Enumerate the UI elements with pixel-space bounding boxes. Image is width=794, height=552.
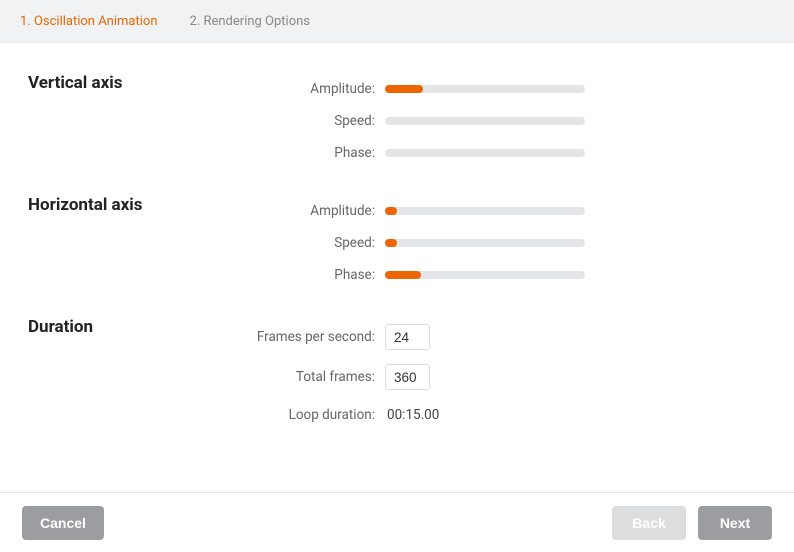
label-total-frames: Total frames: bbox=[225, 369, 385, 385]
slider-fill bbox=[385, 207, 397, 215]
slider-horizontal-amplitude[interactable] bbox=[385, 207, 585, 215]
label-loop-duration: Loop duration: bbox=[225, 407, 385, 423]
slider-horizontal-speed[interactable] bbox=[385, 239, 585, 247]
label-horizontal-amplitude: Amplitude: bbox=[225, 203, 385, 219]
section-heading-duration: Duration bbox=[0, 317, 225, 433]
slider-vertical-amplitude[interactable] bbox=[385, 85, 585, 93]
back-button[interactable]: Back bbox=[612, 506, 686, 540]
tab-oscillation-animation[interactable]: 1. Oscillation Animation bbox=[20, 14, 158, 29]
label-horizontal-phase: Phase: bbox=[225, 267, 385, 283]
label-vertical-speed: Speed: bbox=[225, 113, 385, 129]
dialog-footer: Cancel Back Next bbox=[0, 492, 794, 552]
slider-vertical-speed[interactable] bbox=[385, 117, 585, 125]
section-heading-vertical: Vertical axis bbox=[0, 73, 225, 169]
cancel-button[interactable]: Cancel bbox=[22, 506, 104, 540]
slider-vertical-phase[interactable] bbox=[385, 149, 585, 157]
input-fps[interactable] bbox=[385, 324, 430, 350]
value-loop-duration: 00:15.00 bbox=[385, 407, 439, 423]
label-fps: Frames per second: bbox=[225, 329, 385, 345]
slider-horizontal-phase[interactable] bbox=[385, 271, 585, 279]
slider-fill bbox=[385, 239, 397, 247]
tab-rendering-options[interactable]: 2. Rendering Options bbox=[190, 14, 311, 29]
label-vertical-phase: Phase: bbox=[225, 145, 385, 161]
next-button[interactable]: Next bbox=[698, 506, 772, 540]
dialog-content: Vertical axis Amplitude: Speed: Phase: bbox=[0, 43, 794, 492]
input-total-frames[interactable] bbox=[385, 364, 430, 390]
slider-fill bbox=[385, 85, 423, 93]
slider-fill bbox=[385, 271, 421, 279]
label-horizontal-speed: Speed: bbox=[225, 235, 385, 251]
label-vertical-amplitude: Amplitude: bbox=[225, 81, 385, 97]
tabs-header: 1. Oscillation Animation 2. Rendering Op… bbox=[0, 0, 794, 43]
section-heading-horizontal: Horizontal axis bbox=[0, 195, 225, 291]
